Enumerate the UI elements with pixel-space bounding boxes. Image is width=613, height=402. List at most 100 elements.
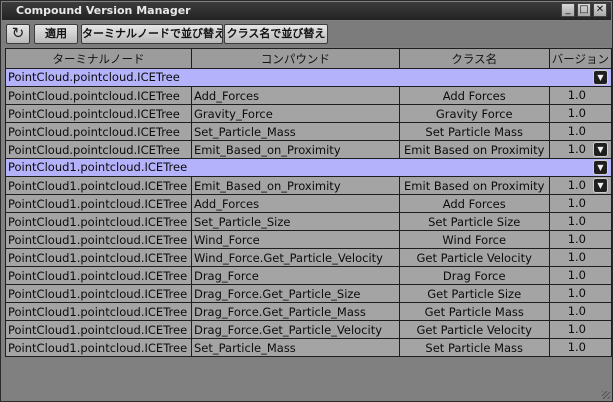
version-value: 1.0	[567, 268, 586, 282]
version-cell: 1.0	[548, 302, 613, 321]
resize-grip-icon[interactable]	[602, 391, 610, 399]
table-row[interactable]: PointCloud1.pointcloud.ICETree Drag_Force…	[5, 266, 613, 285]
terminal-node-cell: PointCloud1.pointcloud.ICETree	[5, 284, 192, 303]
class-name-cell: Emit Based on Proximity	[398, 176, 550, 195]
version-value: 1.0	[567, 304, 586, 318]
refresh-icon[interactable]: ↻	[6, 24, 30, 44]
group-terminal-node: PointCloud.pointcloud.ICETree	[8, 70, 180, 84]
table-row[interactable]: PointCloud1.pointcloud.ICETree Drag_Force…	[5, 320, 613, 339]
dropdown-arrow-icon[interactable]: ▼	[593, 70, 608, 85]
table-row[interactable]: PointCloud.pointcloud.ICETree Gravity_For…	[5, 104, 613, 123]
compound-cell: Drag_Force.Get_Particle_Mass	[190, 302, 400, 321]
table-header-row: ターミナルノード コンパウンド クラス名 バージョン	[5, 48, 613, 69]
compound-cell: Wind_Force.Get_Particle_Velocity	[190, 248, 400, 267]
version-value: 1.0	[567, 340, 586, 354]
terminal-node-cell: PointCloud1.pointcloud.ICETree	[5, 302, 192, 321]
terminal-node-cell: PointCloud1.pointcloud.ICETree	[5, 230, 192, 249]
compound-cell: Drag_Force	[190, 266, 400, 285]
column-header-terminal-node[interactable]: ターミナルノード	[5, 48, 192, 69]
table-row[interactable]: PointCloud1.pointcloud.ICETree Add_Forces…	[5, 194, 613, 213]
terminal-node-cell: PointCloud1.pointcloud.ICETree	[5, 338, 192, 357]
table-row[interactable]: PointCloud.pointcloud.ICETree Emit_Based_…	[5, 140, 613, 159]
version-cell: 1.0	[548, 284, 613, 303]
terminal-node-cell: PointCloud.pointcloud.ICETree	[5, 140, 192, 159]
terminal-node-cell: PointCloud1.pointcloud.ICETree	[5, 212, 192, 231]
compound-cell: Set_Particle_Mass	[190, 338, 400, 357]
version-cell: 1.0	[548, 104, 613, 123]
class-name-cell: Get Particle Mass	[398, 302, 550, 321]
class-name-cell: Add Forces	[398, 86, 550, 105]
version-cell[interactable]: 1.0 ▼	[548, 176, 613, 195]
apply-button[interactable]: 適用	[34, 24, 78, 44]
class-name-cell: Set Particle Mass	[398, 338, 550, 357]
table-row[interactable]: PointCloud.pointcloud.ICETree Set_Particl…	[5, 122, 613, 141]
version-cell: 1.0	[548, 194, 613, 213]
compound-cell: Drag_Force.Get_Particle_Velocity	[190, 320, 400, 339]
terminal-node-cell: PointCloud1.pointcloud.ICETree	[5, 248, 192, 267]
compound-cell: Add_Forces	[190, 86, 400, 105]
class-name-cell: Get Particle Size	[398, 284, 550, 303]
compound-version-manager-window: Compound Version Manager _ □ ✕ ↻ 適用 ターミナ…	[0, 0, 613, 402]
dropdown-arrow-icon[interactable]: ▼	[593, 142, 608, 157]
version-value: 1.0	[567, 232, 586, 246]
version-cell: 1.0	[548, 122, 613, 141]
table-row[interactable]: PointCloud1.pointcloud.ICETree Drag_Force…	[5, 284, 613, 303]
version-value: 1.0	[567, 250, 586, 264]
version-cell[interactable]: 1.0 ▼	[548, 140, 613, 159]
column-header-version[interactable]: バージョン	[548, 48, 613, 69]
compound-cell: Emit_Based_on_Proximity	[190, 176, 400, 195]
group-row[interactable]: PointCloud.pointcloud.ICETree ▼	[5, 68, 612, 87]
version-value: 1.0	[567, 88, 586, 102]
compound-cell: Drag_Force.Get_Particle_Size	[190, 284, 400, 303]
version-value: 1.0	[567, 286, 586, 300]
table-row[interactable]: PointCloud1.pointcloud.ICETree Wind_Force…	[5, 230, 613, 249]
terminal-node-cell: PointCloud.pointcloud.ICETree	[5, 86, 192, 105]
class-name-cell: Set Particle Mass	[398, 122, 550, 141]
version-cell: 1.0	[548, 338, 613, 357]
version-value: 1.0	[567, 214, 586, 228]
compound-cell: Set_Particle_Size	[190, 212, 400, 231]
version-cell: 1.0	[548, 230, 613, 249]
compound-cell: Gravity_Force	[190, 104, 400, 123]
window-title: Compound Version Manager	[16, 4, 191, 17]
table-body: PointCloud.pointcloud.ICETree ▼ PointCloud…	[5, 68, 613, 357]
sort-by-class-name-button[interactable]: クラス名で並び替え	[224, 24, 328, 44]
table-row[interactable]: PointCloud1.pointcloud.ICETree Set_Partic…	[5, 212, 613, 231]
terminal-node-cell: PointCloud1.pointcloud.ICETree	[5, 194, 192, 213]
group-row[interactable]: PointCloud1.pointcloud.ICETree ▼	[5, 158, 612, 177]
compound-cell: Wind_Force	[190, 230, 400, 249]
maximize-icon[interactable]: □	[577, 3, 591, 17]
terminal-node-cell: PointCloud1.pointcloud.ICETree	[5, 320, 192, 339]
toolbar: ↻ 適用 ターミナルノードで並び替え クラス名で並び替え	[2, 21, 611, 47]
table-row[interactable]: PointCloud1.pointcloud.ICETree Drag_Force…	[5, 302, 613, 321]
terminal-node-cell: PointCloud.pointcloud.ICETree	[5, 122, 192, 141]
title-bar[interactable]: Compound Version Manager	[2, 2, 611, 20]
class-name-cell: Add Forces	[398, 194, 550, 213]
class-name-cell: Gravity Force	[398, 104, 550, 123]
table-row[interactable]: PointCloud1.pointcloud.ICETree Wind_Force…	[5, 248, 613, 267]
class-name-cell: Get Particle Velocity	[398, 248, 550, 267]
dropdown-arrow-icon[interactable]: ▼	[593, 160, 608, 175]
table-row[interactable]: PointCloud1.pointcloud.ICETree Set_Partic…	[5, 338, 613, 357]
dropdown-arrow-icon[interactable]: ▼	[593, 178, 608, 193]
minimize-icon[interactable]: _	[561, 3, 575, 17]
compound-cell: Emit_Based_on_Proximity	[190, 140, 400, 159]
terminal-node-cell: PointCloud1.pointcloud.ICETree	[5, 176, 192, 195]
table-row[interactable]: PointCloud1.pointcloud.ICETree Emit_Based…	[5, 176, 613, 195]
version-value: 1.0	[567, 322, 586, 336]
version-cell: 1.0	[548, 266, 613, 285]
class-name-cell: Set Particle Size	[398, 212, 550, 231]
table-row[interactable]: PointCloud.pointcloud.ICETree Add_Forces A…	[5, 86, 613, 105]
compound-cell: Add_Forces	[190, 194, 400, 213]
version-value: 1.0	[567, 106, 586, 120]
close-icon[interactable]: ✕	[593, 3, 607, 17]
version-cell: 1.0	[548, 320, 613, 339]
version-value: 1.0	[567, 142, 586, 156]
sort-by-terminal-node-button[interactable]: ターミナルノードで並び替え	[81, 24, 223, 44]
class-name-cell: Get Particle Velocity	[398, 320, 550, 339]
column-header-class-name[interactable]: クラス名	[398, 48, 550, 69]
group-terminal-node: PointCloud1.pointcloud.ICETree	[8, 160, 188, 174]
column-header-compound[interactable]: コンパウンド	[190, 48, 400, 69]
compound-cell: Set_Particle_Mass	[190, 122, 400, 141]
class-name-cell: Wind Force	[398, 230, 550, 249]
